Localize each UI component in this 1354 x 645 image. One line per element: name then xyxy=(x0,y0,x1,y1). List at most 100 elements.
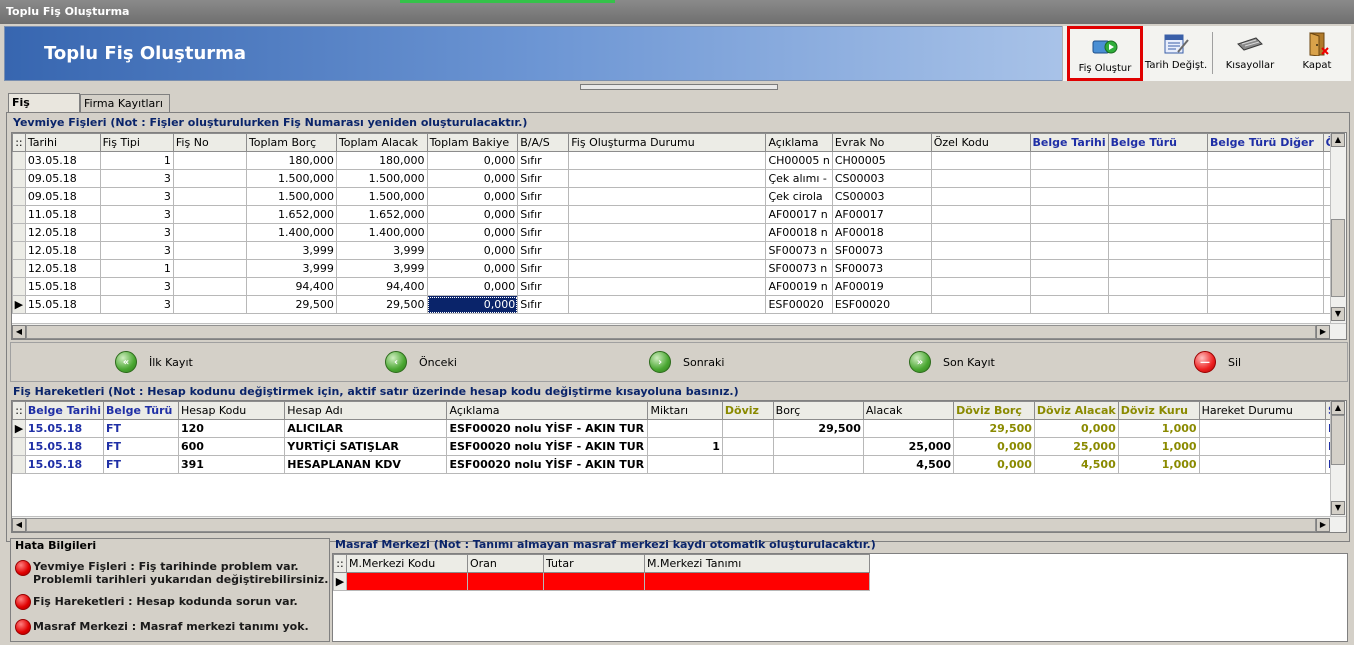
cell-doviz-alacak[interactable]: 25,000 xyxy=(1033,437,1119,456)
cell-toplam-borc[interactable]: 180,000 xyxy=(245,151,337,170)
col-doviz[interactable]: Döviz xyxy=(721,401,774,420)
cell-hareket-durumu[interactable] xyxy=(1198,419,1327,438)
col-belge-turu[interactable]: Belge Türü xyxy=(103,401,179,420)
cell-toplam-borc[interactable]: 3,999 xyxy=(245,259,337,278)
cell-fis-no[interactable] xyxy=(172,241,247,260)
cell-belge-turu[interactable] xyxy=(1107,151,1209,170)
cell-evrak-no[interactable]: AF00018 xyxy=(831,223,932,242)
table-row[interactable]: 03.05.18 1 180,000 180,000 0,000 Sıfır CH00005… xyxy=(12,151,1346,170)
cell-belge-tarihi[interactable] xyxy=(1029,259,1109,278)
cell-doviz[interactable] xyxy=(721,437,774,456)
cell-fis-no[interactable] xyxy=(172,169,247,188)
scroll-left-arrow-icon[interactable]: ◀ xyxy=(12,518,26,532)
cell-fis-tipi[interactable]: 1 xyxy=(99,151,174,170)
cell-belge-turu[interactable] xyxy=(1107,241,1209,260)
cell-toplam-alacak[interactable]: 1.400,000 xyxy=(335,223,428,242)
scroll-thumb[interactable] xyxy=(1331,219,1345,297)
row-indicator[interactable] xyxy=(12,259,26,278)
cell-miktari[interactable]: 1 xyxy=(647,437,723,456)
cell-m-merkezi-kodu[interactable] xyxy=(346,572,468,591)
col-toplam-bakiye[interactable]: Toplam Bakiye xyxy=(426,133,519,152)
cell-bas[interactable]: Sıfır xyxy=(517,169,570,188)
cell-toplam-bakiye[interactable]: 0,000 xyxy=(426,277,519,296)
table-row[interactable]: 12.05.18 3 1.400,000 1.400,000 0,000 Sıfır AF0… xyxy=(12,223,1346,242)
cell-fis-olusturma-durumu[interactable] xyxy=(568,169,767,188)
cell-toplam-alacak[interactable]: 1.500,000 xyxy=(335,169,428,188)
table-row[interactable]: ▶ xyxy=(333,572,870,591)
col-aciklama[interactable]: Açıklama xyxy=(765,133,833,152)
col-miktari[interactable]: Miktarı xyxy=(647,401,723,420)
cell-m-merkezi-tanimi[interactable] xyxy=(644,572,870,591)
cell-alacak[interactable] xyxy=(862,419,955,438)
cell-toplam-bakiye[interactable]: 0,000 xyxy=(426,205,519,224)
cell-bas[interactable]: Sıfır xyxy=(517,187,570,206)
cell-tarihi[interactable]: 11.05.18 xyxy=(24,205,101,224)
cell-bas[interactable]: Sıfır xyxy=(517,223,570,242)
cell-tarihi[interactable]: 15.05.18 xyxy=(24,277,101,296)
row-indicator[interactable] xyxy=(12,187,26,206)
onceki-button[interactable]: ‹ Önceki xyxy=(385,351,457,373)
scroll-down-arrow-icon[interactable]: ▼ xyxy=(1331,307,1345,321)
yevmiye-horizontal-scrollbar[interactable]: ◀ ▶ xyxy=(12,323,1346,339)
cell-borc[interactable] xyxy=(772,437,864,456)
table-row[interactable]: 15.05.18 3 94,400 94,400 0,000 Sıfır AF00019 n… xyxy=(12,277,1346,296)
cell-toplam-bakiye[interactable]: 0,000 xyxy=(426,169,519,188)
tarih-degistir-button[interactable]: Tarih Değişt. xyxy=(1143,26,1209,81)
cell-toplam-borc[interactable]: 29,500 xyxy=(245,295,337,314)
cell-doviz-kuru[interactable]: 1,000 xyxy=(1117,419,1200,438)
cell-fis-olusturma-durumu[interactable] xyxy=(568,295,767,314)
cell-belge-turu[interactable]: FT xyxy=(103,455,179,474)
cell-aciklama[interactable]: AF00018 n xyxy=(765,223,833,242)
cell-belge-tarihi[interactable] xyxy=(1029,151,1109,170)
cell-belge-turu[interactable]: FT xyxy=(103,419,179,438)
cell-aciklama[interactable]: ESF00020 xyxy=(765,295,833,314)
scroll-thumb[interactable] xyxy=(1331,415,1345,465)
cell-evrak-no[interactable]: ESF00020 xyxy=(831,295,932,314)
cell-fis-no[interactable] xyxy=(172,187,247,206)
cell-tarihi[interactable]: 12.05.18 xyxy=(24,259,101,278)
cell-doviz[interactable] xyxy=(721,455,774,474)
cell-miktari[interactable] xyxy=(647,455,723,474)
tab-fis-kayitlari[interactable]: Fiş Kayıtları xyxy=(8,93,80,127)
cell-toplam-alacak[interactable]: 3,999 xyxy=(335,259,428,278)
table-row[interactable]: 15.05.18 FT 391 HESAPLANAN KDV ESF00020 nolu… xyxy=(12,455,1346,474)
sonraki-button[interactable]: › Sonraki xyxy=(649,351,724,373)
cell-fis-no[interactable] xyxy=(172,295,247,314)
cell-belge-tarihi[interactable] xyxy=(1029,169,1109,188)
cell-bas[interactable]: Sıfır xyxy=(517,151,570,170)
cell-doviz-alacak[interactable]: 0,000 xyxy=(1033,419,1119,438)
cell-belge-turu[interactable] xyxy=(1107,277,1209,296)
cell-belge-turu-diger[interactable] xyxy=(1207,223,1324,242)
cell-fis-tipi[interactable]: 3 xyxy=(99,241,174,260)
cell-hareket-durumu[interactable] xyxy=(1198,437,1327,456)
cell-oran[interactable] xyxy=(467,572,544,591)
col-aciklama[interactable]: Açıklama xyxy=(446,401,649,420)
cell-belge-turu[interactable] xyxy=(1107,295,1209,314)
cell-evrak-no[interactable]: CS00003 xyxy=(831,169,932,188)
col-m-merkezi-tanimi[interactable]: M.Merkezi Tanımı xyxy=(644,554,870,573)
cell-belge-tarihi[interactable] xyxy=(1029,241,1109,260)
row-indicator[interactable] xyxy=(12,241,26,260)
cell-fis-olusturma-durumu[interactable] xyxy=(568,223,767,242)
cell-ozel-kodu[interactable] xyxy=(930,259,1031,278)
cell-toplam-alacak[interactable]: 29,500 xyxy=(335,295,428,314)
cell-doviz-alacak[interactable]: 4,500 xyxy=(1033,455,1119,474)
cell-ozel-kodu[interactable] xyxy=(930,169,1031,188)
cell-toplam-bakiye[interactable]: 0,000 xyxy=(426,151,519,170)
cell-toplam-borc[interactable]: 94,400 xyxy=(245,277,337,296)
cell-toplam-alacak[interactable]: 180,000 xyxy=(335,151,428,170)
scroll-right-arrow-icon[interactable]: ▶ xyxy=(1316,518,1330,532)
cell-belge-tarihi[interactable]: 15.05.18 xyxy=(24,419,105,438)
cell-bas[interactable]: Sıfır xyxy=(517,277,570,296)
table-row[interactable]: 12.05.18 1 3,999 3,999 0,000 Sıfır SF00073 n SF… xyxy=(12,259,1346,278)
col-doviz-alacak[interactable]: Döviz Alacak xyxy=(1033,401,1119,420)
cell-toplam-borc[interactable]: 1.500,000 xyxy=(245,187,337,206)
cell-belge-turu[interactable] xyxy=(1107,169,1209,188)
cell-toplam-borc[interactable]: 3,999 xyxy=(245,241,337,260)
cell-toplam-bakiye[interactable]: 0,000 xyxy=(426,295,519,314)
cell-belge-tarihi[interactable]: 15.05.18 xyxy=(24,455,105,474)
cell-ozel-kodu[interactable] xyxy=(930,277,1031,296)
cell-belge-turu[interactable] xyxy=(1107,205,1209,224)
cell-aciklama[interactable]: Çek cirola xyxy=(765,187,833,206)
cell-hesap-kodu[interactable]: 391 xyxy=(177,455,286,474)
